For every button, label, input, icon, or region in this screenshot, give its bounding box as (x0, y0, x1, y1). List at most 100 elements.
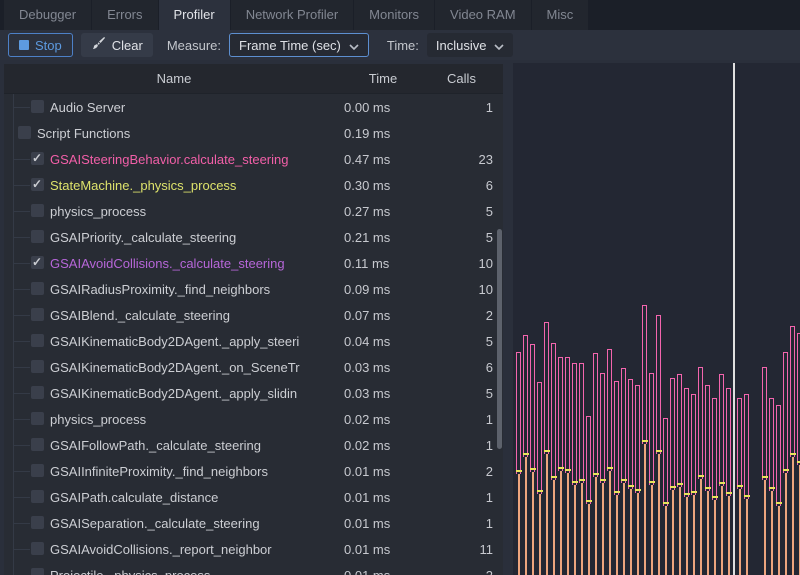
tab[interactable]: Debugger (4, 0, 91, 30)
row-calls-value: 5 (423, 334, 493, 349)
row-checkbox[interactable] (31, 230, 44, 243)
row-checkbox[interactable] (31, 256, 44, 269)
vertical-scrollbar[interactable] (497, 95, 502, 575)
graph-bar-salmon (700, 479, 702, 575)
graph-bar-salmon (651, 485, 653, 575)
tab[interactable]: Monitors (354, 0, 434, 30)
tab-label: Video RAM (450, 7, 516, 22)
row-checkbox[interactable] (31, 490, 44, 503)
table-row[interactable]: GSAIKinematicBody2DAgent._apply_slidin 0… (4, 380, 503, 406)
graph-bar-salmon (532, 472, 534, 575)
graph-tick-yellow (762, 476, 768, 478)
row-checkbox[interactable] (31, 542, 44, 555)
graph-bar-magenta (551, 343, 556, 480)
tab[interactable]: Misc (532, 0, 589, 30)
graph-bar-magenta (558, 357, 563, 471)
scrollbar-handle[interactable] (497, 229, 502, 449)
row-checkbox[interactable] (31, 438, 44, 451)
row-function-name: GSAISeparation._calculate_steering (50, 516, 344, 531)
table-rows: Audio Server 0.00 ms 1 Script Functions … (4, 94, 503, 575)
row-checkbox[interactable] (31, 516, 44, 529)
graph-bar-salmon (553, 480, 555, 575)
graph-frame-cursor[interactable] (733, 63, 735, 575)
graph-bar-magenta (762, 367, 767, 480)
row-calls-value: 2 (423, 568, 493, 575)
row-function-name: physics_process (50, 412, 344, 427)
row-checkbox[interactable] (31, 386, 44, 399)
row-time-value: 0.07 ms (344, 308, 422, 323)
graph-bar-salmon (693, 495, 695, 575)
table-row[interactable]: GSAIKinematicBody2DAgent._on_SceneTr 0.0… (4, 354, 503, 380)
row-time-value: 0.02 ms (344, 412, 422, 427)
table-row[interactable]: GSAIFollowPath._calculate_steering 0.02 … (4, 432, 503, 458)
table-row[interactable]: GSAIKinematicBody2DAgent._apply_steeri 0… (4, 328, 503, 354)
row-checkbox[interactable] (31, 100, 44, 113)
row-calls-value: 1 (423, 490, 493, 505)
graph-bar-magenta (705, 385, 710, 491)
row-checkbox[interactable] (31, 308, 44, 321)
table-row[interactable]: physics_process 0.02 ms 1 (4, 406, 503, 432)
graph-bar-salmon (623, 483, 625, 575)
tab-label: Errors (107, 7, 142, 22)
table-row[interactable]: Projectile._physics_process 0.01 ms 2 (4, 562, 503, 575)
graph-bar-salmon (588, 504, 590, 575)
graph-bar-magenta (691, 394, 696, 495)
graph-bar-magenta (628, 379, 633, 489)
graph-bar-magenta (516, 352, 521, 474)
table-row[interactable]: GSAIAvoidCollisions._calculate_steering … (4, 250, 503, 276)
graph-tick-yellow (607, 467, 613, 469)
tree-guide-line (13, 445, 30, 446)
tab[interactable]: Video RAM (435, 0, 531, 30)
column-header-name[interactable]: Name (4, 71, 344, 86)
table-row[interactable]: physics_process 0.27 ms 5 (4, 198, 503, 224)
row-checkbox[interactable] (31, 464, 44, 477)
row-checkbox[interactable] (31, 178, 44, 191)
table-row[interactable]: Script Functions 0.19 ms (4, 120, 503, 146)
clear-button[interactable]: Clear (81, 33, 153, 57)
table-row[interactable]: GSAIAvoidCollisions._report_neighbor 0.0… (4, 536, 503, 562)
time-dropdown[interactable]: Inclusive (427, 33, 514, 57)
stop-button[interactable]: Stop (8, 33, 73, 57)
profiler-graph[interactable] (513, 63, 800, 575)
graph-bar-magenta (744, 394, 749, 499)
table-row[interactable]: GSAIRadiusProximity._find_neighbors 0.09… (4, 276, 503, 302)
graph-bar-salmon (630, 489, 632, 575)
row-checkbox[interactable] (18, 126, 31, 139)
table-row[interactable]: GSAISteeringBehavior.calculate_steering … (4, 146, 503, 172)
row-checkbox[interactable] (31, 568, 44, 575)
column-header-calls[interactable]: Calls (422, 71, 501, 86)
graph-bar-magenta (783, 352, 788, 473)
column-header-time[interactable]: Time (344, 71, 422, 86)
row-checkbox[interactable] (31, 152, 44, 165)
tab[interactable]: Network Profiler (231, 0, 353, 30)
graph-bar-magenta (614, 381, 619, 495)
row-checkbox[interactable] (31, 360, 44, 373)
row-function-name: StateMachine._physics_process (50, 178, 344, 193)
row-checkbox[interactable] (31, 334, 44, 347)
table-row[interactable]: GSAIBlend._calculate_steering 0.07 ms 2 (4, 302, 503, 328)
tab[interactable]: Errors (92, 0, 157, 30)
table-row[interactable]: GSAIPath.calculate_distance 0.01 ms 1 (4, 484, 503, 510)
row-checkbox[interactable] (31, 412, 44, 425)
graph-tick-yellow (776, 502, 782, 504)
graph-bar-salmon (637, 493, 639, 575)
table-row[interactable]: GSAIInfiniteProximity._find_neighbors 0.… (4, 458, 503, 484)
graph-bar-salmon (792, 457, 794, 575)
graph-bar-salmon (658, 454, 660, 575)
graph-bar-magenta (572, 363, 577, 485)
table-row[interactable]: GSAIPriority._calculate_steering 0.21 ms… (4, 224, 503, 250)
tree-guide-line (13, 523, 30, 524)
graph-bar-salmon (616, 495, 618, 575)
graph-bar-magenta (537, 382, 542, 494)
measure-dropdown[interactable]: Frame Time (sec) (229, 33, 369, 57)
tab[interactable]: Profiler (159, 0, 230, 30)
tree-guide-line (13, 185, 30, 186)
table-row[interactable]: GSAISeparation._calculate_steering 0.01 … (4, 510, 503, 536)
graph-bar-magenta (621, 368, 626, 483)
graph-tick-yellow (649, 481, 655, 483)
row-checkbox[interactable] (31, 204, 44, 217)
graph-tick-yellow (663, 502, 669, 504)
table-row[interactable]: Audio Server 0.00 ms 1 (4, 94, 503, 120)
table-row[interactable]: StateMachine._physics_process 0.30 ms 6 (4, 172, 503, 198)
row-checkbox[interactable] (31, 282, 44, 295)
